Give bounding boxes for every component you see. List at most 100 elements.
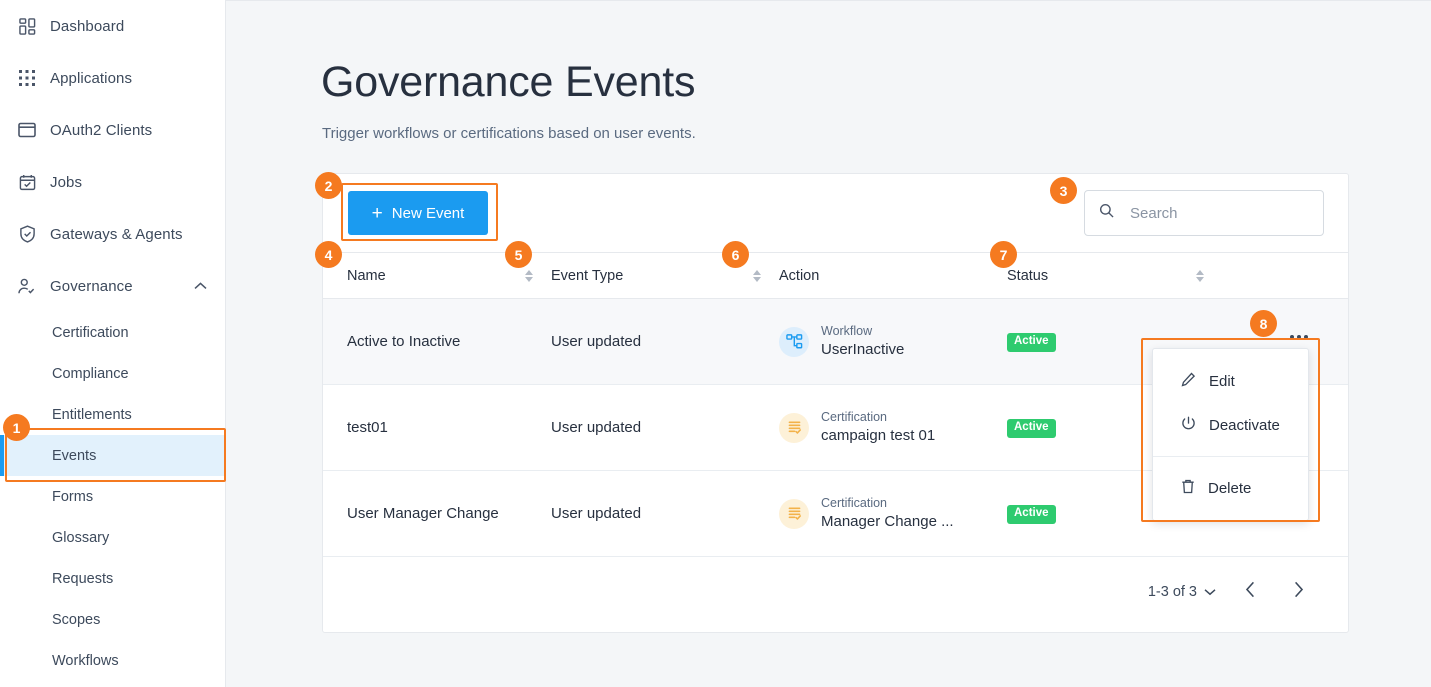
- new-event-label: New Event: [391, 204, 465, 222]
- annotation-marker-4: 4: [315, 241, 342, 268]
- status-badge: Active: [1007, 333, 1056, 352]
- sidebar-item-forms[interactable]: Forms: [0, 476, 225, 517]
- sidebar-subitem-label: Certification: [52, 324, 129, 341]
- menu-item-edit[interactable]: Edit: [1153, 359, 1308, 403]
- sidebar-item-applications[interactable]: Applications: [0, 52, 225, 104]
- sidebar-item-label: Gateways & Agents: [50, 225, 183, 243]
- page-root: Dashboard Applications OAuth2 Clients Jo…: [0, 0, 1431, 687]
- page-title: Governance Events: [321, 58, 696, 106]
- sidebar-item-glossary[interactable]: Glossary: [0, 517, 225, 558]
- annotation-marker-6: 6: [722, 241, 749, 268]
- action-text: Certification campaign test 01: [821, 409, 935, 446]
- cell-name: User Manager Change: [323, 470, 551, 557]
- chevron-left-icon: [1245, 581, 1256, 603]
- sidebar-item-governance[interactable]: Governance: [0, 260, 225, 312]
- sidebar-subitem-label: Requests: [52, 570, 114, 587]
- annotation-marker-3: 3: [1050, 177, 1077, 204]
- search-box[interactable]: [1084, 190, 1324, 236]
- shield-check-icon: [16, 223, 38, 245]
- calendar-check-icon: [16, 171, 38, 193]
- sidebar-item-label: OAuth2 Clients: [50, 121, 153, 139]
- cell-action: Certification campaign test 01: [779, 384, 1007, 471]
- sidebar-subitem-label: Scopes: [52, 611, 101, 628]
- sidebar-item-requests[interactable]: Requests: [0, 558, 225, 599]
- column-header-actions: [1222, 252, 1348, 299]
- plus-icon: +: [371, 202, 383, 224]
- prev-page-button[interactable]: [1226, 572, 1274, 612]
- column-label: Name: [347, 267, 386, 284]
- pagination-range-label: 1-3 of 3: [1147, 584, 1197, 600]
- cell-action: Certification Manager Change ...: [779, 470, 1007, 557]
- action-kind: Certification: [821, 409, 887, 424]
- sidebar-item-compliance[interactable]: Compliance: [0, 353, 225, 394]
- column-label: Action: [779, 267, 820, 284]
- status-badge: Active: [1007, 419, 1056, 438]
- menu-item-delete[interactable]: Delete: [1153, 466, 1308, 510]
- chevron-up-icon[interactable]: [194, 277, 207, 295]
- sidebar-item-label: Jobs: [50, 173, 83, 191]
- sidebar-item-label: Governance: [50, 277, 133, 295]
- user-check-icon: [16, 275, 38, 297]
- sidebar-subitem-label: Workflows: [52, 652, 119, 669]
- chevron-down-icon: [1204, 584, 1216, 600]
- main-content: Governance Events Trigger workflows or c…: [226, 0, 1431, 687]
- pencil-icon: [1181, 372, 1196, 391]
- page-size-selector[interactable]: 1-3 of 3: [1148, 584, 1216, 600]
- annotation-marker-7: 7: [990, 241, 1017, 268]
- column-label: Event Type: [551, 267, 624, 284]
- menu-item-deactivate[interactable]: Deactivate: [1153, 403, 1308, 447]
- column-header-action[interactable]: Action: [779, 252, 1007, 299]
- sidebar-subitem-label: Compliance: [52, 365, 129, 382]
- sidebar-item-events[interactable]: Events: [0, 435, 225, 476]
- menu-item-label: Edit: [1209, 372, 1235, 390]
- annotation-marker-8: 8: [1250, 310, 1277, 337]
- next-page-button[interactable]: [1274, 572, 1322, 612]
- workflow-icon: [779, 326, 809, 357]
- action-name: UserInactive: [821, 340, 905, 358]
- sidebar-item-workflows[interactable]: Workflows: [0, 640, 225, 681]
- sidebar-item-label: Dashboard: [50, 17, 125, 35]
- sidebar-item-gateways-agents[interactable]: Gateways & Agents: [0, 208, 225, 260]
- ellipsis-icon: [1297, 335, 1301, 339]
- column-header-status[interactable]: Status: [1007, 252, 1222, 299]
- cell-name: Active to Inactive: [323, 298, 551, 385]
- cell-event-type: User updated: [551, 384, 779, 471]
- sidebar-subitem-label: Forms: [52, 488, 94, 505]
- search-input[interactable]: [1130, 204, 1290, 222]
- window-icon: [16, 119, 38, 141]
- sort-icon[interactable]: [1196, 269, 1204, 282]
- status-badge: Active: [1007, 505, 1056, 524]
- sidebar-item-jobs[interactable]: Jobs: [0, 156, 225, 208]
- certification-icon: [779, 412, 809, 443]
- sidebar-item-entitlements[interactable]: Entitlements: [0, 394, 225, 435]
- row-context-menu: Edit Deactivate Delete: [1152, 348, 1309, 521]
- card-toolbar: + New Event: [323, 174, 1348, 252]
- menu-item-label: Delete: [1208, 479, 1252, 497]
- annotation-marker-5: 5: [505, 241, 532, 268]
- sidebar-item-dashboard[interactable]: Dashboard: [0, 0, 225, 52]
- cell-name: test01: [323, 384, 551, 471]
- action-name: campaign test 01: [821, 426, 936, 444]
- action-text: Certification Manager Change ...: [821, 495, 954, 532]
- new-event-button[interactable]: + New Event: [348, 191, 488, 235]
- certification-icon: [779, 498, 809, 529]
- menu-divider: [1153, 456, 1308, 457]
- applications-grid-icon: [16, 67, 38, 89]
- sidebar-subitem-label: Events: [52, 447, 97, 464]
- action-name: Manager Change ...: [821, 512, 954, 530]
- menu-item-label: Deactivate: [1209, 416, 1280, 434]
- sidebar-item-oauth2-clients[interactable]: OAuth2 Clients: [0, 104, 225, 156]
- sidebar-subitem-label: Glossary: [52, 529, 110, 546]
- row-actions-menu[interactable]: [1286, 326, 1312, 348]
- sidebar-item-certification[interactable]: Certification: [0, 312, 225, 353]
- sort-icon[interactable]: [525, 269, 533, 282]
- trash-icon: [1181, 479, 1195, 498]
- action-kind: Workflow: [821, 323, 873, 338]
- cell-event-type: User updated: [551, 298, 779, 385]
- sidebar-item-scopes[interactable]: Scopes: [0, 599, 225, 640]
- column-label: Status: [1007, 267, 1049, 284]
- cell-event-type: User updated: [551, 470, 779, 557]
- table-head: Name Event Type Action Status: [323, 252, 1348, 299]
- pagination-bar: 1-3 of 3: [323, 552, 1348, 632]
- sort-icon[interactable]: [753, 269, 761, 282]
